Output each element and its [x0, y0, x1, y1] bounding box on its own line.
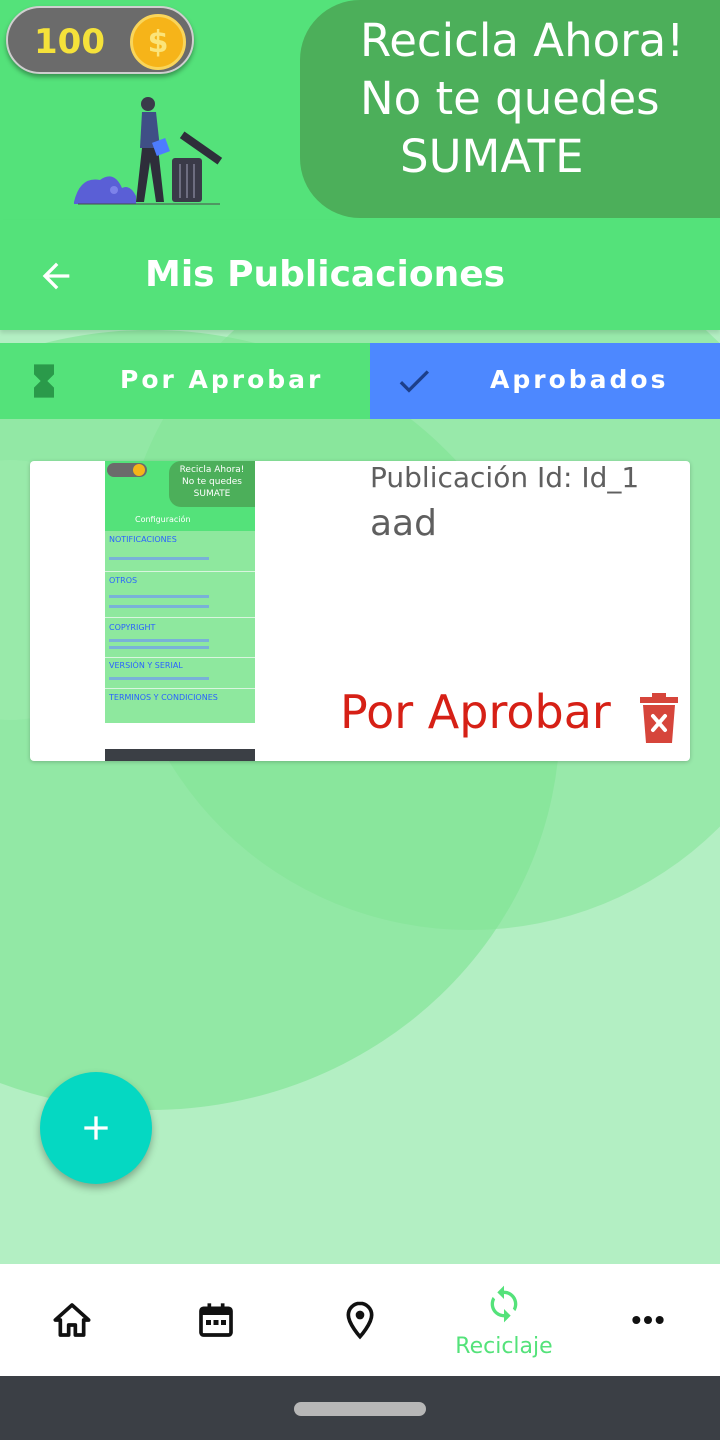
thumbnail-divider — [105, 657, 255, 658]
thumbnail-system-bar — [105, 749, 255, 761]
publication-id: Publicación Id: Id_1 — [370, 461, 640, 494]
thumbnail-section: OTROS — [109, 576, 138, 585]
publication-card[interactable]: Recicla Ahora! No te quedes SUMATE Confi… — [30, 461, 690, 761]
nav-item-calendar[interactable] — [144, 1264, 288, 1376]
plus-icon — [84, 1116, 108, 1140]
location-pin-icon — [346, 1301, 374, 1340]
bottom-navigation: Reciclaje — [0, 1264, 720, 1376]
home-gesture-pill[interactable] — [294, 1402, 426, 1416]
thumbnail-divider — [105, 571, 255, 572]
publication-description: aad — [370, 503, 437, 544]
add-publication-button[interactable] — [40, 1072, 152, 1184]
delete-icon[interactable] — [640, 693, 678, 743]
publication-thumbnail: Recicla Ahora! No te quedes SUMATE Confi… — [105, 461, 255, 761]
thumbnail-row — [109, 677, 209, 680]
thumbnail-section: TERMINOS Y CONDICIONES — [109, 693, 218, 702]
thumbnail-row — [109, 605, 209, 608]
slogan-line: Recicla Ahora! — [360, 14, 685, 67]
slogan-banner: Recicla Ahora! No te quedes SUMATE — [300, 0, 720, 218]
system-navigation-bar — [0, 1376, 720, 1440]
thumbnail-section: COPYRIGHT — [109, 623, 156, 632]
check-icon — [399, 370, 429, 393]
thumbnail-bottom-nav — [105, 723, 255, 749]
nav-item-more[interactable] — [576, 1264, 720, 1376]
tab-por-aprobar[interactable]: Por Aprobar — [0, 343, 370, 419]
thumbnail-row — [109, 646, 209, 649]
nav-label: Reciclaje — [455, 1334, 553, 1359]
thumbnail-title: Configuración — [105, 511, 255, 531]
thumbnail-row — [109, 557, 209, 560]
tab-aprobados[interactable]: Aprobados — [370, 343, 720, 419]
slogan-line: No te quedes — [360, 72, 660, 125]
app-bar: Mis Publicaciones — [0, 220, 720, 330]
thumbnail-slogan: Recicla Ahora! No te quedes SUMATE — [169, 461, 255, 507]
home-icon — [53, 1303, 91, 1337]
thumbnail-section: VERSIÓN Y SERIAL — [109, 661, 183, 670]
thumbnail-row — [109, 639, 209, 642]
back-arrow-icon[interactable] — [36, 256, 76, 296]
publication-status: Por Aprobar — [340, 685, 611, 739]
thumbnail-divider — [105, 617, 255, 618]
coin-count: 100 — [34, 22, 105, 62]
hourglass-icon — [34, 364, 54, 398]
calendar-icon — [199, 1303, 233, 1337]
more-icon — [632, 1316, 664, 1324]
tab-label: Aprobados — [490, 365, 669, 394]
coin-icon: $ — [130, 14, 186, 70]
thumbnail-section: NOTIFICACIONES — [109, 535, 177, 544]
thumbnail-divider — [105, 688, 255, 689]
thumbnail-coin-badge — [107, 463, 147, 477]
nav-item-reciclaje[interactable]: Reciclaje — [432, 1264, 576, 1376]
coin-balance[interactable]: 100 $ — [6, 6, 194, 74]
tab-label: Por Aprobar — [120, 365, 324, 394]
nav-item-home[interactable] — [0, 1264, 144, 1376]
thumbnail-row — [109, 595, 209, 598]
recycle-icon — [490, 1285, 518, 1323]
recycling-illustration — [74, 97, 223, 205]
nav-item-location[interactable] — [288, 1264, 432, 1376]
slogan-line: SUMATE — [400, 130, 584, 183]
page-title: Mis Publicaciones — [145, 254, 506, 295]
top-header: 100 $ Recicla Ahora! No te quedes SUMATE — [0, 0, 720, 220]
